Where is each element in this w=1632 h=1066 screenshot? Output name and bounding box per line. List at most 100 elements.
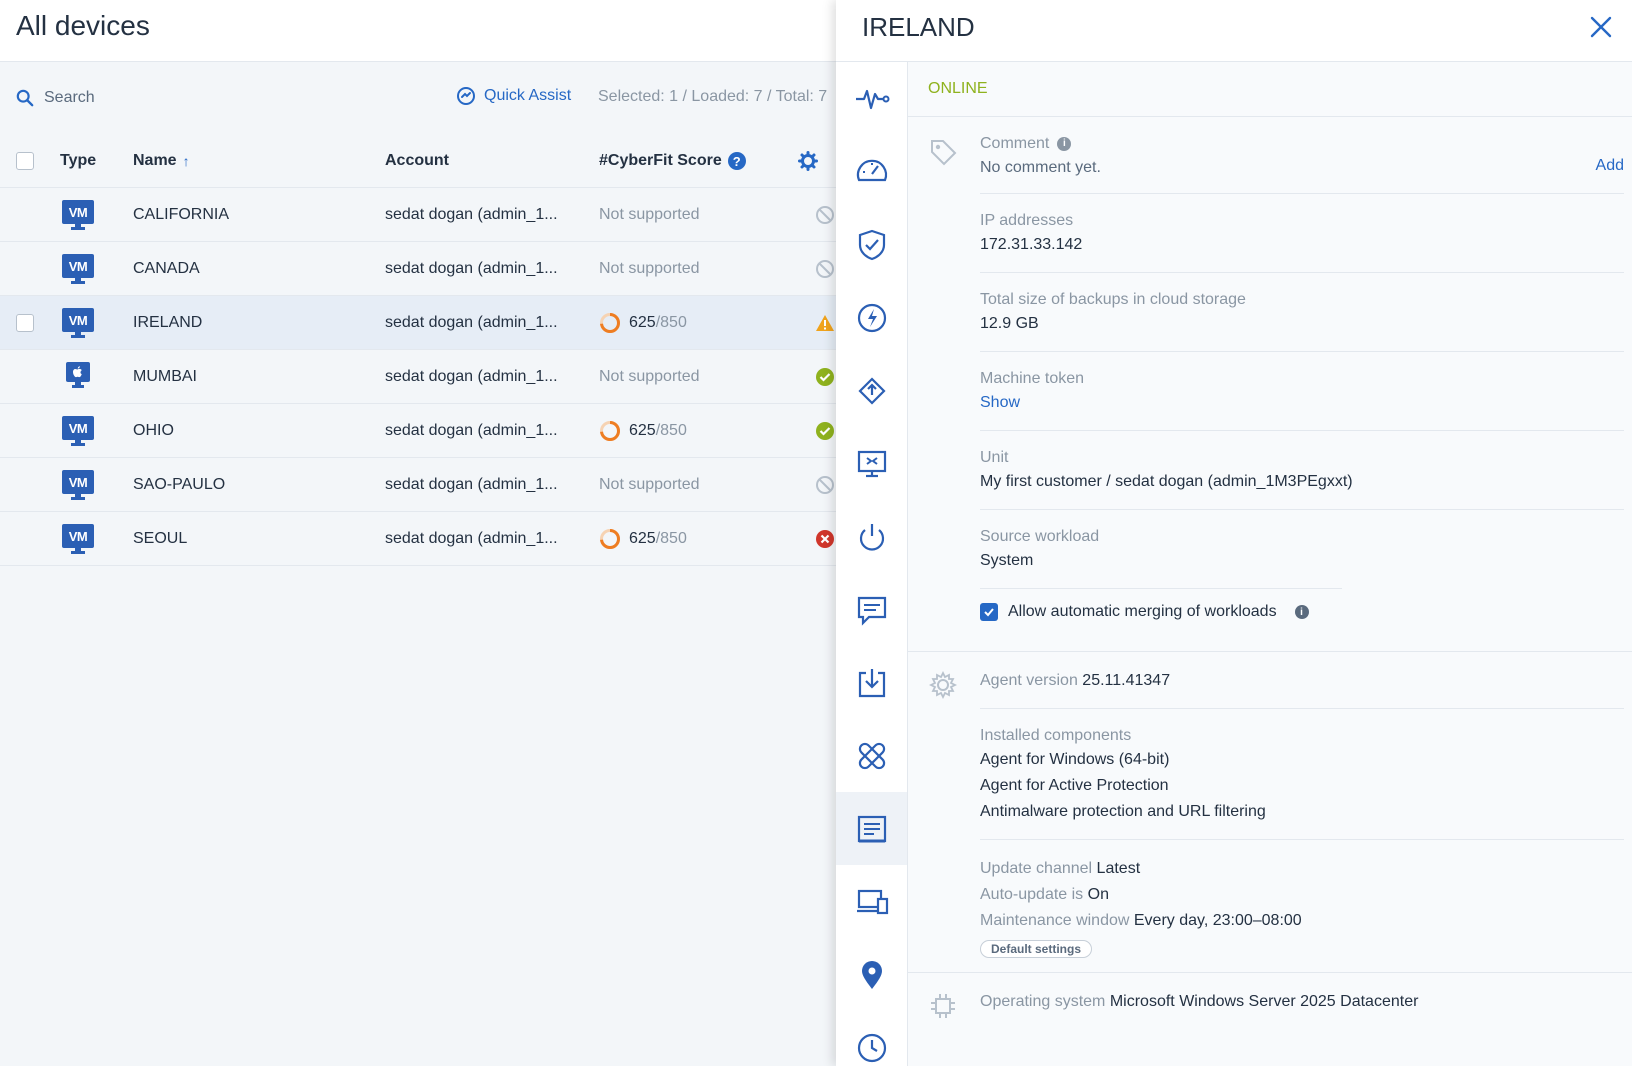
comment-label: Comment [980, 135, 1050, 152]
devices-icon [856, 889, 888, 914]
table-row[interactable]: VM IRELAND sedat dogan (admin_1... 625/850 [0, 296, 836, 350]
show-token-link[interactable]: Show [980, 394, 1020, 411]
rail-details[interactable] [836, 792, 907, 865]
detail-title: IRELAND [862, 12, 975, 42]
app-root: All devices Search Quick Assist Selected… [0, 0, 1632, 1066]
merge-info-icon[interactable]: i [1294, 605, 1309, 619]
table-row[interactable]: VM SEOUL sedat dogan (admin_1... 625/850 [0, 512, 836, 566]
status-disabled-icon [815, 242, 835, 296]
details-icon [857, 815, 886, 842]
agent-version-label: Agent version [980, 672, 1078, 689]
device-name[interactable]: OHIO [133, 404, 174, 458]
token-field: Machine token Show [980, 352, 1624, 431]
merge-option: Allow automatic merging of workloads i [980, 589, 1632, 651]
rail-dashboard[interactable] [836, 135, 907, 208]
cyberfit-score-text: Not supported [599, 476, 700, 493]
status-ok-icon [815, 350, 835, 404]
vm-label: VM [62, 200, 94, 224]
autoupdate-value: On [1087, 886, 1109, 903]
settings-icon [928, 670, 958, 700]
rail-active[interactable] [836, 281, 907, 354]
type-cell: VM [62, 242, 94, 296]
rail-history[interactable] [836, 1011, 907, 1066]
account-cell: sedat dogan (admin_1... [385, 314, 558, 331]
device-name[interactable]: SEOUL [133, 512, 187, 566]
device-name[interactable]: MUMBAI [133, 350, 197, 404]
select-all-cell [16, 134, 34, 188]
rail-devices[interactable] [836, 865, 907, 938]
agent-section: Agent version 25.11.41347 Installed comp… [908, 652, 1632, 972]
component-item: Agent for Active Protection [980, 777, 1169, 794]
search-box[interactable]: Search [16, 89, 95, 107]
column-settings-button[interactable] [798, 134, 818, 188]
component-item: Antimalware protection and URL filtering [980, 803, 1266, 820]
vm-label: VM [62, 308, 94, 332]
column-account[interactable]: Account [385, 134, 449, 188]
rail-patch[interactable] [836, 354, 907, 427]
rail-location[interactable] [836, 938, 907, 1011]
os-field: Operating system Microsoft Windows Serve… [980, 973, 1624, 1029]
search-input[interactable]: Search [44, 89, 95, 107]
vm-label: VM [62, 254, 94, 278]
column-cyberfit[interactable]: #CyberFit Score? [599, 134, 746, 188]
vm-label: VM [62, 524, 94, 548]
type-cell: VM [62, 296, 94, 350]
select-all-checkbox[interactable] [16, 152, 34, 170]
info-icon[interactable]: i [1057, 136, 1072, 151]
account-cell: sedat dogan (admin_1... [385, 476, 558, 493]
ip-value: 172.31.33.142 [980, 236, 1083, 253]
device-name[interactable]: IRELAND [133, 296, 202, 350]
rail-bandage[interactable] [836, 719, 907, 792]
maintenance-label: Maintenance window [980, 912, 1130, 929]
row-select-cell [16, 296, 34, 350]
device-name[interactable]: CALIFORNIA [133, 188, 229, 242]
merge-checkbox[interactable] [980, 603, 998, 621]
table-row[interactable]: VM CANADA sedat dogan (admin_1... Not suppo… [0, 242, 836, 296]
rail-chat[interactable] [836, 573, 907, 646]
table-row[interactable]: VM OHIO sedat dogan (admin_1... 625/850 [0, 404, 836, 458]
os-label: Operating system [980, 993, 1106, 1010]
default-settings-badge[interactable]: Default settings [980, 940, 1093, 958]
table-row[interactable]: MUMBAI sedat dogan (admin_1... Not support… [0, 350, 836, 404]
sort-ascending-icon: ↑ [182, 153, 190, 169]
tag-icon [931, 140, 957, 166]
detail-content: ONLINE Comment i No comment yet. Add IP a… [908, 62, 1632, 1066]
rail-power[interactable] [836, 500, 907, 573]
column-name[interactable]: Name ↑ [133, 134, 190, 188]
power-icon [859, 523, 884, 551]
account-cell: sedat dogan (admin_1... [385, 368, 558, 385]
close-icon[interactable] [1588, 14, 1614, 40]
device-list-panel: All devices Search Quick Assist Selected… [0, 0, 836, 1066]
add-comment-link[interactable]: Add [1596, 157, 1624, 175]
apple-icon [66, 362, 90, 392]
device-name[interactable]: SAO-PAULO [133, 458, 225, 512]
status-disabled-icon [815, 458, 835, 512]
rail-activity[interactable] [836, 62, 907, 135]
selection-counts: Selected: 1 / Loaded: 7 / Total: 7 [598, 88, 828, 105]
rail-remote[interactable] [836, 427, 907, 500]
help-icon[interactable]: ? [727, 152, 746, 170]
token-label: Machine token [980, 370, 1085, 387]
merge-label: Allow automatic merging of workloads [1008, 603, 1277, 620]
component-item: Agent for Windows (64-bit) [980, 751, 1170, 768]
devices-table: Type Name ↑ Account #CyberFit Score? VM CA… [0, 134, 836, 566]
column-type[interactable]: Type [60, 134, 96, 188]
rail-protection[interactable] [836, 208, 907, 281]
lightning-icon [857, 303, 886, 332]
comment-value: No comment yet. [980, 159, 1101, 176]
activity-icon [855, 89, 889, 109]
type-cell: VM [62, 188, 94, 242]
system-section: Operating system Microsoft Windows Serve… [908, 973, 1632, 1029]
components-field: Installed components Agent for Windows (… [980, 709, 1624, 840]
backup-size-field: Total size of backups in cloud storage 1… [980, 273, 1624, 352]
row-checkbox[interactable] [16, 314, 34, 332]
column-name-label: Name [133, 152, 177, 169]
rail-download[interactable] [836, 646, 907, 719]
device-name[interactable]: CANADA [133, 242, 200, 296]
quick-assist-button[interactable]: Quick Assist [456, 86, 571, 106]
score-max: /850 [655, 422, 687, 439]
table-row[interactable]: VM CALIFORNIA sedat dogan (admin_1... Not s… [0, 188, 836, 242]
download-icon [858, 668, 885, 697]
vm-icon: VM [62, 470, 94, 500]
table-row[interactable]: VM SAO-PAULO sedat dogan (admin_1... Not su… [0, 458, 836, 512]
